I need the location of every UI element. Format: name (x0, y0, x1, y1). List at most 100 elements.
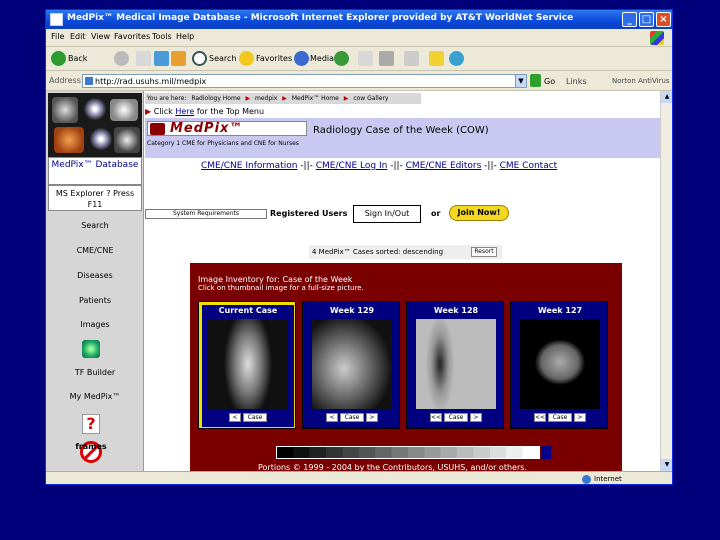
cme-links: CME/CNE Information -||- CME/CNE Log In … (201, 161, 557, 171)
mail-icon[interactable] (358, 51, 373, 66)
medpix-logo[interactable]: MedPix™ (147, 121, 307, 136)
close-button[interactable]: × (656, 12, 671, 27)
folder-icon[interactable] (429, 51, 444, 66)
minimize-button[interactable]: _ (622, 12, 637, 27)
nav-diseases[interactable]: Diseases (46, 271, 144, 280)
messenger-icon[interactable] (449, 51, 464, 66)
scroll-up-icon[interactable]: ▲ (661, 91, 672, 103)
breadcrumb: You are here: Radiology Home ▶ medpix ▶ … (145, 93, 421, 104)
go-arrow-icon[interactable] (530, 74, 541, 87)
nav-patients[interactable]: Patients (46, 296, 144, 305)
nav-cme-cne[interactable]: CME/CNE (46, 246, 144, 255)
media-icon[interactable] (294, 51, 309, 66)
search-icon[interactable] (192, 51, 207, 66)
top-menu-post: for the Top Menu (196, 107, 265, 116)
prev-case-button[interactable]: < (229, 413, 241, 422)
menu-bar: File Edit View Favorites Tools Help (46, 29, 672, 47)
help-icon[interactable]: ? (82, 414, 100, 434)
back-icon[interactable] (51, 51, 66, 66)
join-now-button[interactable]: Join Now! (449, 205, 509, 221)
menu-tools[interactable]: Tools (152, 32, 172, 41)
nav-tf-builder[interactable]: TF Builder (46, 368, 144, 377)
menu-file[interactable]: File (51, 32, 64, 41)
menu-favorites[interactable]: Favorites (114, 32, 150, 41)
tf-builder-icon[interactable] (82, 340, 100, 358)
breadcrumb-radiology-home[interactable]: Radiology Home (191, 95, 240, 102)
case-label: Current Case (218, 306, 278, 315)
favorites-icon[interactable] (239, 51, 254, 66)
prev-case-button[interactable]: < (326, 413, 338, 422)
go-button[interactable]: Go (544, 77, 555, 86)
cme-editors-link[interactable]: CME/CNE Editors (406, 161, 482, 171)
thumbnail-abdomen-xray[interactable] (312, 319, 392, 409)
breadcrumb-medpix-home[interactable]: MedPix™ Home (292, 95, 339, 102)
maximize-button[interactable]: □ (639, 12, 654, 27)
case-button[interactable]: Case (548, 413, 572, 422)
title-bar[interactable]: MedPix™ Medical Image Database - Microso… (46, 10, 672, 29)
address-dropdown-icon[interactable]: ▼ (515, 74, 527, 88)
next-case-button[interactable]: > (470, 413, 482, 422)
cme-contact-link[interactable]: CME Contact (500, 161, 558, 171)
status-bar: Internet (46, 471, 672, 484)
favorites-label[interactable]: Favorites (256, 54, 292, 63)
inventory-title: Image Inventory for: Case of the Week (198, 275, 353, 284)
vertical-scrollbar[interactable]: ▲ ▼ (660, 91, 672, 471)
first-case-button[interactable]: << (430, 413, 442, 422)
grayscale-calibration-bar (276, 446, 551, 459)
case-label: Week 129 (329, 306, 375, 315)
thumbnail-neck-xray[interactable] (208, 319, 288, 409)
case-button[interactable]: Case (243, 413, 267, 422)
arrow-icon: ▶ (145, 107, 152, 116)
nav-search[interactable]: Search (46, 221, 144, 230)
main-frame: You are here: Radiology Home ▶ medpix ▶ … (145, 91, 660, 472)
links-button[interactable]: Links (566, 77, 587, 86)
case-panel-week-127: Week 127 << Case > (510, 301, 608, 429)
address-label: Address (49, 76, 81, 85)
top-menu-here-link[interactable]: Here (175, 107, 194, 116)
resort-button[interactable]: Resort (471, 247, 497, 257)
search-label[interactable]: Search (209, 54, 236, 63)
edit-icon[interactable] (404, 51, 419, 66)
system-requirements-button[interactable]: System Requirements (145, 209, 267, 219)
medical-images-logo[interactable] (48, 93, 142, 157)
media-label[interactable]: Media (310, 54, 334, 63)
case-button[interactable]: Case (340, 413, 364, 422)
no-frames-label[interactable]: frames (68, 442, 114, 451)
top-menu-pre: Click (153, 107, 173, 116)
thumbnail-chest-xray[interactable] (416, 319, 496, 409)
top-menu-link: ▶ Click Here for the Top Menu (145, 107, 264, 116)
case-label: Week 128 (433, 306, 479, 315)
database-title[interactable]: MedPix™ Database (48, 157, 142, 185)
menu-view[interactable]: View (91, 32, 110, 41)
menu-help[interactable]: Help (176, 32, 194, 41)
refresh-icon[interactable] (154, 51, 169, 66)
home-icon[interactable] (171, 51, 186, 66)
page-icon (85, 77, 93, 85)
breadcrumb-medpix[interactable]: medpix (255, 95, 277, 102)
scroll-down-icon[interactable]: ▼ (661, 459, 672, 471)
back-label[interactable]: Back (68, 54, 87, 63)
nav-my-medpix[interactable]: My MedPix™ (46, 392, 144, 401)
norton-antivirus-button[interactable]: Norton AntiVirus (612, 77, 670, 85)
breadcrumb-cow-gallery[interactable]: cow Gallery (353, 95, 388, 102)
print-icon[interactable] (379, 51, 394, 66)
medpix-logo-text: MedPix™ (170, 121, 244, 136)
sign-in-out-button[interactable]: Sign In/Out (353, 205, 421, 223)
case-button[interactable]: Case (444, 413, 468, 422)
menu-edit[interactable]: Edit (70, 32, 86, 41)
cme-information-link[interactable]: CME/CNE Information (201, 161, 297, 171)
next-case-button[interactable]: > (574, 413, 586, 422)
category-text: Category 1 CME for Physicians and CNE fo… (147, 140, 299, 147)
nav-images[interactable]: Images (46, 320, 144, 329)
thumbnail-abdomen-ct[interactable] (520, 319, 600, 409)
next-case-button[interactable]: > (366, 413, 378, 422)
link-separator: -||- (481, 161, 500, 171)
address-input[interactable] (82, 74, 517, 88)
first-case-button[interactable]: << (534, 413, 546, 422)
history-icon[interactable] (334, 51, 349, 66)
cases-count-bar: 4 MedPix™ Cases sorted: descending Resor… (309, 245, 502, 259)
cme-login-link[interactable]: CME/CNE Log In (316, 161, 388, 171)
ie-icon (50, 13, 63, 26)
forward-icon[interactable] (114, 51, 129, 66)
stop-icon[interactable] (136, 51, 151, 66)
